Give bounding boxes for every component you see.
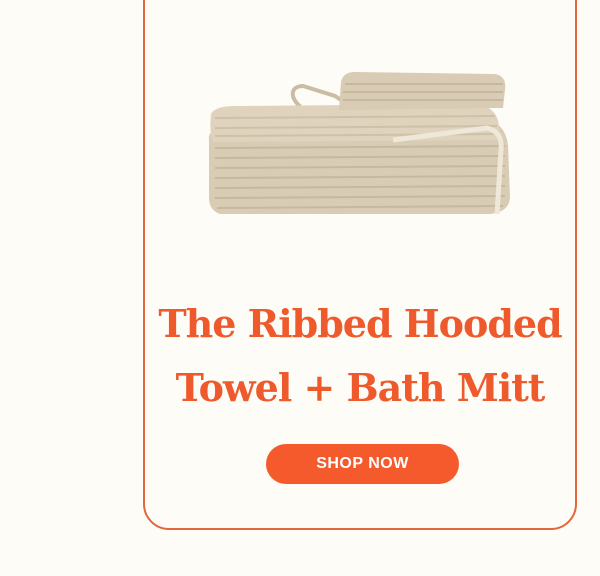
product-image[interactable] <box>205 70 515 220</box>
product-title[interactable]: The Ribbed Hooded Towel + Bath Mitt <box>143 292 577 420</box>
product-title-line1: The Ribbed Hooded <box>158 301 562 346</box>
shop-now-button[interactable]: SHOP NOW <box>266 444 459 484</box>
product-title-line2: Towel + Bath Mitt <box>175 365 546 410</box>
